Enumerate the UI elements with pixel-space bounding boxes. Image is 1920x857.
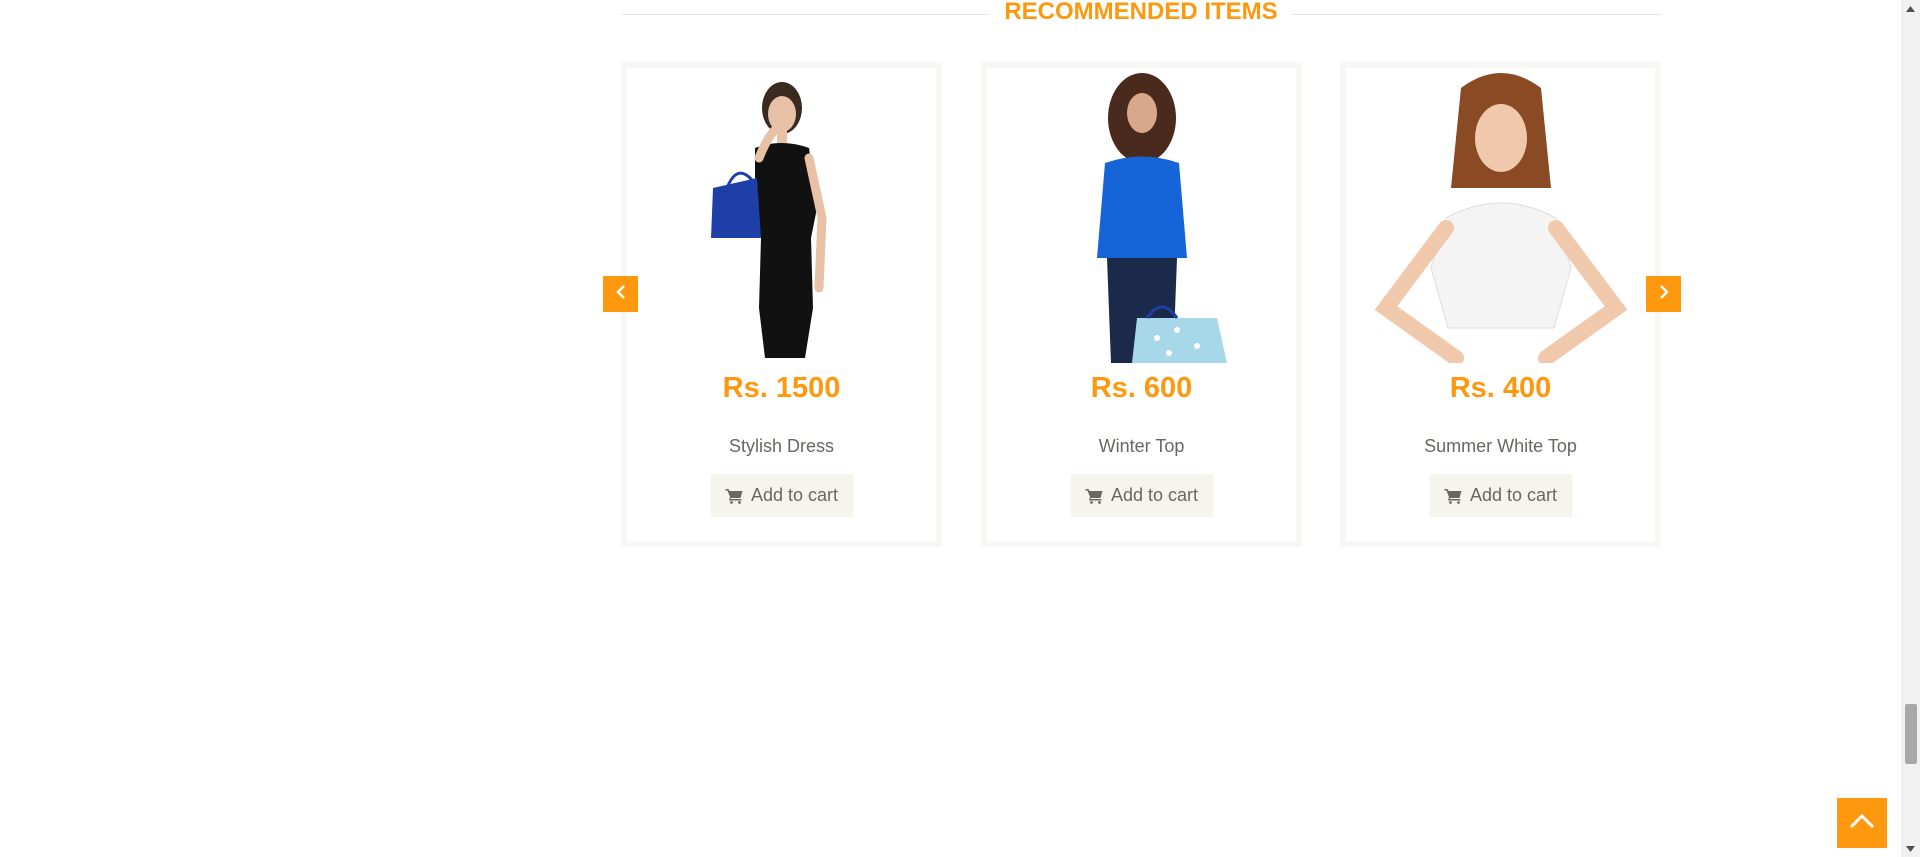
carousel-next-button[interactable] — [1646, 276, 1681, 312]
recommended-items-heading: RECOMMENDED ITEMS — [621, 0, 1661, 30]
chevron-up-icon — [1849, 813, 1875, 834]
add-to-cart-label: Add to cart — [1110, 485, 1199, 505]
product-name: Winter Top — [1098, 436, 1185, 456]
scrollbar-thumb[interactable] — [1905, 704, 1917, 764]
section-title: RECOMMENDED ITEMS — [989, 0, 1293, 26]
add-to-cart-button[interactable]: Add to cart — [1428, 474, 1573, 517]
scroll-up-arrow-icon[interactable] — [1901, 0, 1920, 17]
product-image — [627, 68, 936, 363]
product-image — [1346, 68, 1655, 363]
add-to-cart-button[interactable]: Add to cart — [1069, 474, 1214, 517]
shopping-cart-icon — [724, 488, 743, 504]
product-name: Stylish Dress — [728, 436, 835, 456]
add-to-cart-label: Add to cart — [1469, 485, 1558, 505]
vertical-scrollbar[interactable] — [1901, 0, 1920, 857]
add-to-cart-label: Add to cart — [750, 485, 839, 505]
chevron-left-icon — [615, 284, 627, 305]
product-card: Rs. 1500 Stylish Dress Add to cart — [621, 62, 942, 547]
chevron-right-icon — [1658, 284, 1670, 305]
shopping-cart-icon — [1443, 488, 1462, 504]
scroll-to-top-button[interactable] — [1837, 798, 1887, 848]
product-price: Rs. 400 — [1449, 372, 1552, 404]
shopping-cart-icon — [1084, 488, 1103, 504]
carousel-prev-button[interactable] — [603, 276, 638, 312]
add-to-cart-button[interactable]: Add to cart — [709, 474, 854, 517]
product-card: Rs. 600 Winter Top Add to cart — [981, 62, 1302, 547]
product-price: Rs. 1500 — [722, 372, 841, 404]
product-name: Summer White Top — [1424, 436, 1577, 456]
product-image — [987, 68, 1296, 363]
product-price: Rs. 600 — [1090, 372, 1193, 404]
page: RECOMMENDED ITEMS Rs. 1500 Stylish Dress — [0, 0, 1920, 857]
product-card: Rs. 400 Summer White Top Add to cart — [1340, 62, 1661, 547]
scroll-down-arrow-icon[interactable] — [1901, 840, 1920, 857]
